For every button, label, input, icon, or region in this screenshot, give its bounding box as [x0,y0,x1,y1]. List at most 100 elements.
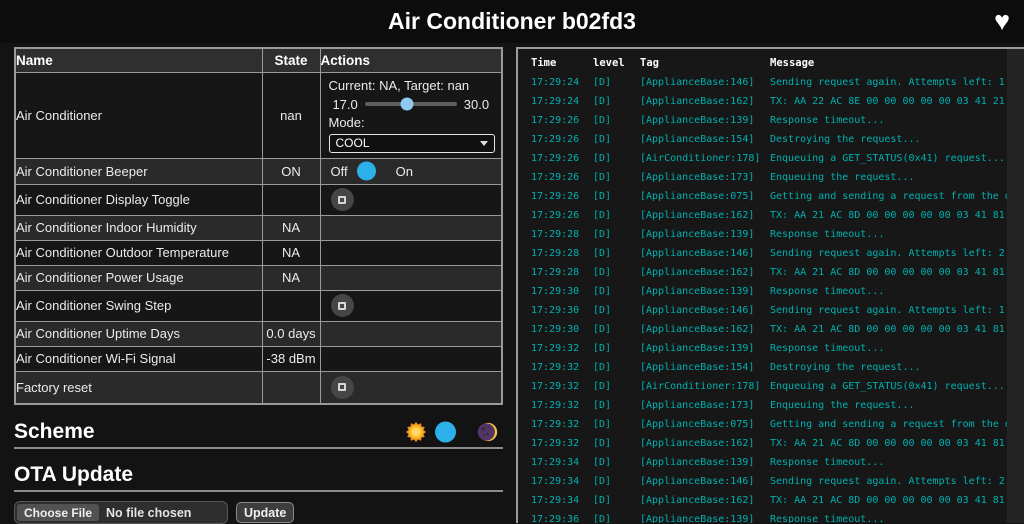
log-column-tag: Tag [640,54,770,73]
log-tag: [ApplianceBase:139] [640,225,770,244]
log-rows: 17:29:24 [D] [ApplianceBase:146] Sending… [531,73,1024,523]
log-level: [D] [593,149,640,168]
mode-select[interactable]: COOL [329,134,495,153]
log-time: 17:29:30 [531,301,593,320]
entity-state [262,184,320,215]
log-time: 17:29:30 [531,282,593,301]
slider-thumb[interactable] [401,98,414,111]
log-row: 17:29:32 [D] [ApplianceBase:173] Enqueui… [531,396,1024,415]
log-time: 17:29:30 [531,320,593,339]
ota-divider [14,490,503,492]
log-row: 17:29:26 [D] [ApplianceBase:139] Respons… [531,111,1024,130]
log-message: Destroying the request... [770,358,1024,377]
temperature-slider[interactable] [365,102,457,106]
table-row-display-toggle: Air Conditioner Display Toggle [15,184,502,215]
log-level: [D] [593,130,640,149]
log-row: 17:29:36 [D] [ApplianceBase:139] Respons… [531,510,1024,523]
swing-step-button[interactable] [331,294,354,317]
log-message: Enqueuing the request... [770,168,1024,187]
log-message: Sending request again. Attempts left: 1.… [770,73,1024,92]
column-header-name: Name [15,48,262,72]
log-message: TX: AA 21 AC 8D 00 00 00 00 00 03 41 81 … [770,206,1024,225]
log-header-row: Time level Tag Message [531,54,1024,73]
ota-section: OTA Update Choose File No file chosen Up… [14,462,503,524]
log-time: 17:29:26 [531,149,593,168]
ota-title: OTA Update [14,463,133,487]
choose-file-button[interactable]: Choose File [17,504,99,521]
log-row: 17:29:26 [D] [AirConditioner:178] Enqueu… [531,149,1024,168]
log-level: [D] [593,320,640,339]
log-time: 17:29:28 [531,263,593,282]
log-level: [D] [593,434,640,453]
file-chosen-text: No file chosen [99,506,191,520]
table-row-swing-step: Air Conditioner Swing Step [15,290,502,321]
table-row-beeper: Air Conditioner Beeper ON Off On [15,158,502,184]
log-message: Getting and sending a request from the q… [770,415,1024,434]
square-icon [338,383,346,391]
entity-name: Air Conditioner Uptime Days [15,321,262,346]
log-level: [D] [593,225,640,244]
log-time: 17:29:24 [531,73,593,92]
scheme-title: Scheme [14,420,95,444]
table-row-factory-reset: Factory reset [15,371,502,404]
log-row: 17:29:32 [D] [ApplianceBase:154] Destroy… [531,358,1024,377]
log-message: Response timeout... [770,282,1024,301]
entity-name: Air Conditioner Power Usage [15,265,262,290]
log-message: Response timeout... [770,510,1024,523]
entity-name: Air Conditioner [15,72,262,158]
log-row: 17:29:26 [D] [ApplianceBase:162] TX: AA … [531,206,1024,225]
log-panel: Time level Tag Message 17:29:24 [D] [App… [516,47,1024,523]
log-time: 17:29:36 [531,510,593,523]
log-tag: [ApplianceBase:162] [640,320,770,339]
firmware-file-input[interactable]: Choose File No file chosen [14,501,228,524]
update-button[interactable]: Update [236,502,294,523]
log-tag: [ApplianceBase:154] [640,358,770,377]
table-row-indoor-humidity: Air Conditioner Indoor Humidity NA [15,215,502,240]
log-row: 17:29:26 [D] [ApplianceBase:075] Getting… [531,187,1024,206]
entity-state [262,371,320,404]
chevron-down-icon [480,141,488,146]
log-level: [D] [593,358,640,377]
log-scrollbar[interactable] [1007,49,1024,523]
log-row: 17:29:26 [D] [ApplianceBase:173] Enqueui… [531,168,1024,187]
log-time: 17:29:32 [531,415,593,434]
log-row: 17:29:24 [D] [ApplianceBase:146] Sending… [531,73,1024,92]
log-message: Destroying the request... [770,130,1024,149]
entity-state: 0.0 days [262,321,320,346]
log-level: [D] [593,339,640,358]
log-level: [D] [593,415,640,434]
log-tag: [ApplianceBase:146] [640,73,770,92]
entity-state: NA [262,215,320,240]
moon-icon [477,421,499,443]
page-title: Air Conditioner b02fd3 [0,0,1024,42]
log-level: [D] [593,244,640,263]
log-message: TX: AA 21 AC 8D 00 00 00 00 00 03 41 81 … [770,320,1024,339]
entity-state: NA [262,265,320,290]
log-level: [D] [593,453,640,472]
log-row: 17:29:32 [D] [AirConditioner:178] Enqueu… [531,377,1024,396]
log-message: TX: AA 21 AC 8D 00 00 00 00 00 03 41 81 … [770,491,1024,510]
log-tag: [ApplianceBase:162] [640,92,770,111]
entity-name: Air Conditioner Swing Step [15,290,262,321]
toggle-off-label: Off [331,164,348,179]
display-toggle-button[interactable] [331,188,354,211]
table-row-climate: Air Conditioner nan Current: NA, Target:… [15,72,502,158]
table-row-uptime-days: Air Conditioner Uptime Days 0.0 days [15,321,502,346]
log-column-message: Message [770,54,1024,73]
log-message: TX: AA 21 AC 8D 00 00 00 00 00 03 41 81 … [770,263,1024,282]
log-time: 17:29:24 [531,92,593,111]
factory-reset-button[interactable] [331,376,354,399]
log-row: 17:29:32 [D] [ApplianceBase:162] TX: AA … [531,434,1024,453]
column-header-actions: Actions [320,48,502,72]
log-time: 17:29:26 [531,130,593,149]
log-row: 17:29:26 [D] [ApplianceBase:154] Destroy… [531,130,1024,149]
log-tag: [ApplianceBase:162] [640,206,770,225]
heart-icon: ♥ [994,0,1010,42]
log-tag: [AirConditioner:178] [640,149,770,168]
log-time: 17:29:32 [531,396,593,415]
log-message: Enqueuing the request... [770,396,1024,415]
table-row-wifi-signal: Air Conditioner Wi-Fi Signal -38 dBm [15,346,502,371]
mode-label: Mode: [329,114,494,131]
log-row: 17:29:30 [D] [ApplianceBase:139] Respons… [531,282,1024,301]
log-tag: [ApplianceBase:173] [640,168,770,187]
